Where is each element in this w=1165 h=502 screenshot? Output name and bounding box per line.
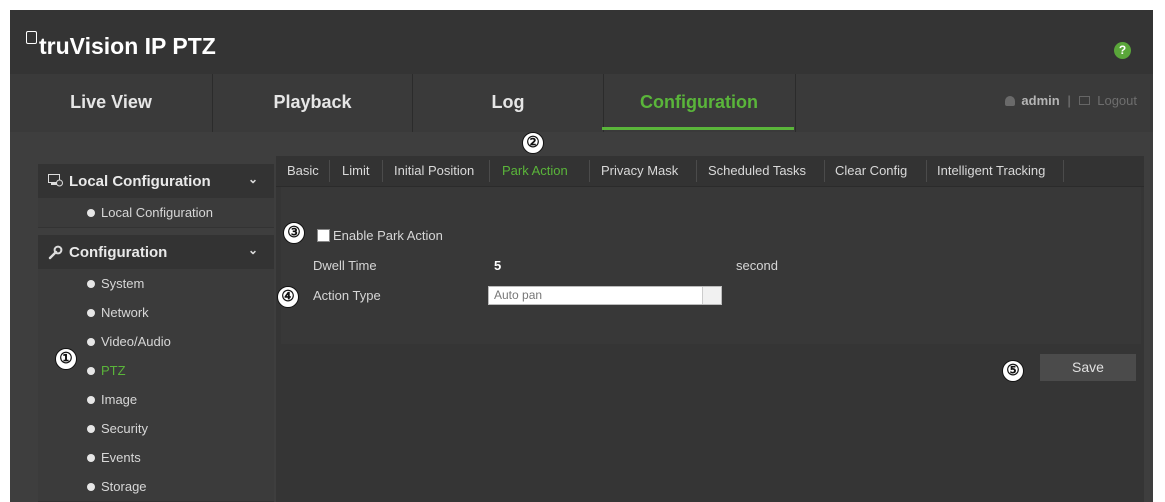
sidebar-item-security[interactable]: Security	[38, 414, 274, 444]
sidebar-item-network[interactable]: Network	[38, 298, 274, 328]
save-button[interactable]: Save	[1040, 354, 1136, 381]
header-bar: truVision IP PTZ ?	[10, 10, 1153, 74]
sidebar-item-storage[interactable]: Storage	[38, 472, 274, 502]
nav-divider	[795, 74, 796, 132]
tab-scheduled-tasks[interactable]: Scheduled Tasks	[708, 156, 806, 186]
help-icon[interactable]: ?	[1114, 42, 1131, 59]
tab-park-action[interactable]: Park Action	[502, 156, 568, 186]
action-type-select[interactable]: Auto pan	[488, 286, 722, 305]
tab-initial-position[interactable]: Initial Position	[394, 156, 474, 186]
user-divider: |	[1067, 93, 1071, 108]
sidebar-item-label: Image	[101, 392, 138, 407]
enable-park-action-label: Enable Park Action	[333, 228, 443, 243]
tab-divider	[382, 160, 383, 182]
sidebar-item-label: Network	[101, 305, 149, 320]
bullet-icon	[87, 367, 95, 375]
dwell-time-label: Dwell Time	[313, 258, 377, 273]
tab-divider	[329, 160, 330, 182]
sidebar-item-system[interactable]: System	[38, 269, 274, 299]
bullet-icon	[87, 483, 95, 491]
tab-divider	[926, 160, 927, 182]
sidebar-item-events[interactable]: Events	[38, 443, 274, 473]
tab-divider	[589, 160, 590, 182]
user-area: admin | Logout	[1005, 93, 1137, 108]
enable-park-action-checkbox[interactable]	[317, 229, 330, 242]
sidebar-item-label: Security	[101, 421, 148, 436]
sidebar-item-label: PTZ	[101, 363, 126, 378]
main-nav: Live View Playback Log Configuration	[10, 74, 1153, 132]
tab-limit[interactable]: Limit	[342, 156, 369, 186]
nav-tab-playback[interactable]: Playback	[213, 74, 412, 132]
logo-icon	[26, 31, 37, 44]
app-title: truVision IP PTZ	[26, 31, 216, 60]
sidebar-item-local-configuration[interactable]: Local Configuration	[38, 198, 274, 228]
tab-intelligent-tracking[interactable]: Intelligent Tracking	[937, 156, 1045, 186]
user-icon	[1005, 96, 1016, 106]
bullet-icon	[87, 454, 95, 462]
action-type-value: Auto pan	[494, 288, 543, 302]
dwell-time-unit: second	[736, 258, 778, 273]
sidebar-item-label: Video/Audio	[101, 334, 171, 349]
user-name: admin	[1021, 93, 1060, 108]
sidebar-item-label: Storage	[101, 479, 147, 494]
tab-divider	[696, 160, 697, 182]
callout-5: ⑤	[1002, 360, 1024, 382]
local-config-icon	[48, 174, 63, 187]
bullet-icon	[87, 309, 95, 317]
action-type-label: Action Type	[313, 288, 381, 303]
bullet-icon	[87, 209, 95, 217]
nav-tab-log[interactable]: Log	[413, 74, 603, 132]
chevron-down-icon[interactable]: ⌄	[248, 172, 258, 186]
sidebar-item-label: Events	[101, 450, 141, 465]
chevron-down-icon[interactable]: ⌄	[248, 243, 258, 257]
logout-link[interactable]: Logout	[1097, 93, 1137, 108]
nav-tab-live-view[interactable]: Live View	[10, 74, 212, 132]
bullet-icon	[87, 280, 95, 288]
sidebar-item-image[interactable]: Image	[38, 385, 274, 415]
callout-2: ②	[522, 132, 544, 154]
sidebar-item-label: System	[101, 276, 145, 291]
tab-divider	[1063, 160, 1064, 182]
wrench-icon	[48, 245, 63, 260]
sidebar-group-local-configuration[interactable]: Local Configuration ⌄	[38, 164, 274, 198]
tab-divider	[824, 160, 825, 182]
callout-3: ③	[283, 222, 305, 244]
tab-clear-config[interactable]: Clear Config	[835, 156, 907, 186]
sidebar: Local Configuration ⌄ Local Configuratio…	[38, 156, 274, 502]
bullet-icon	[87, 396, 95, 404]
sidebar-group-configuration[interactable]: Configuration ⌄	[38, 235, 274, 269]
callout-1: ①	[55, 348, 77, 370]
sidebar-group-label: Local Configuration	[69, 173, 211, 190]
tab-divider	[489, 160, 490, 182]
settings-panel	[281, 187, 1141, 344]
bullet-icon	[87, 425, 95, 433]
tab-basic[interactable]: Basic	[287, 156, 319, 186]
sidebar-group-label: Configuration	[69, 244, 168, 261]
active-tab-indicator	[602, 127, 794, 130]
logout-icon[interactable]	[1078, 96, 1090, 105]
sidebar-item-label: Local Configuration	[101, 205, 214, 220]
tab-privacy-mask[interactable]: Privacy Mask	[601, 156, 678, 186]
nav-tab-configuration[interactable]: Configuration	[604, 74, 794, 132]
dropdown-arrow-icon[interactable]	[702, 287, 721, 304]
callout-4: ④	[277, 286, 299, 308]
bullet-icon	[87, 338, 95, 346]
dwell-time-input[interactable]: 5	[494, 258, 501, 273]
